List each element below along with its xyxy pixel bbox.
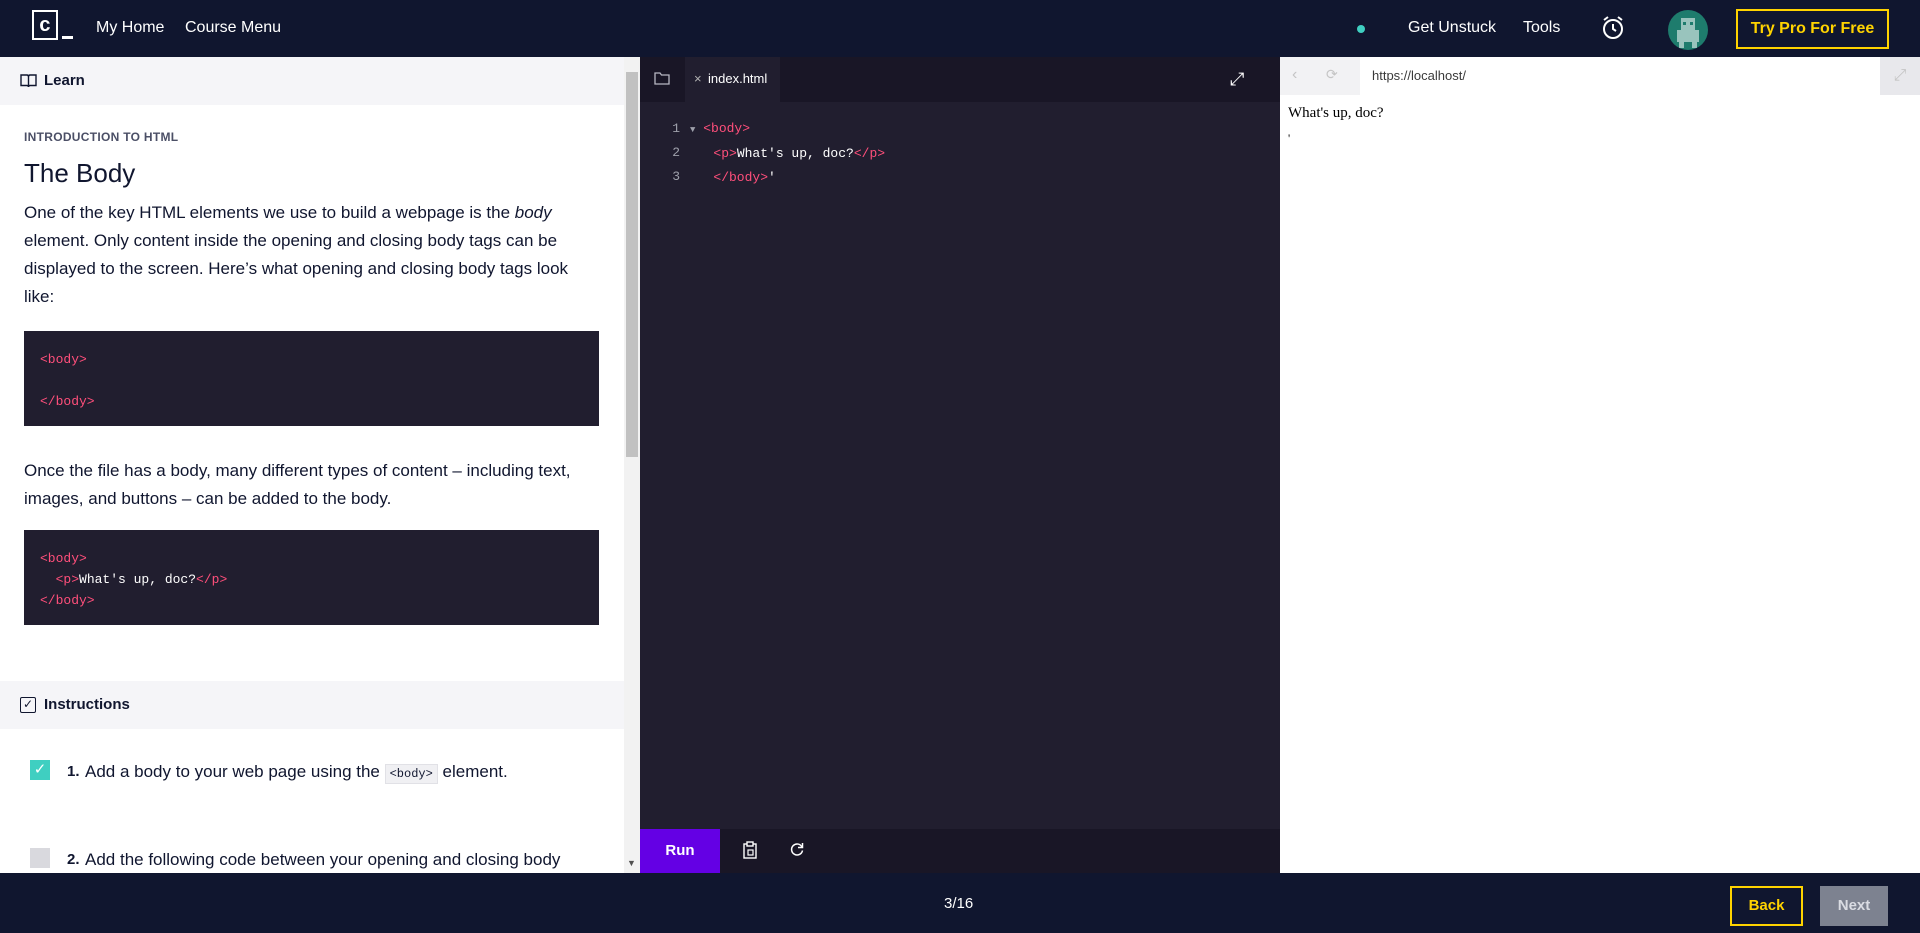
run-bar: Run [640,829,1280,873]
preview-output-trail: ' [1288,131,1291,145]
code1-open-tag: <body> [40,352,87,367]
code2-close-tag: </body> [40,593,95,608]
task-2-checkbox[interactable] [30,848,50,868]
lesson-paragraph-2: Once the file has a body, many different… [24,461,571,508]
tab-label: index.html [708,71,768,86]
para1-text-a: One of the key HTML elements we use to b… [24,203,515,222]
line-number: 2 [672,145,680,160]
my-home-link[interactable]: My Home [96,19,164,37]
lesson-kicker: INTRODUCTION TO HTML [24,130,179,144]
code2-open-tag: <body> [40,551,87,566]
task1-text-a: Add a body to your web page using the [85,762,385,781]
instructions-label: Instructions [44,696,130,713]
address-bar: ‹ ⟳ https://localhost/ ⤢ [1280,57,1920,95]
codecademy-logo[interactable]: c [32,10,73,42]
code-example-2: <body> <p>What's up, doc?</p> </body> [24,530,599,625]
tools-link[interactable]: Tools [1523,19,1560,37]
code-text-area[interactable]: ▼ <body> <p>What's up, doc?</p> </body>' [690,117,885,190]
user-avatar[interactable] [1668,10,1708,50]
task-1-number: 1. [67,763,80,780]
expand-icon[interactable]: ⤢ [1230,69,1244,90]
get-unstuck-link[interactable]: Get Unstuck [1408,19,1496,37]
refresh-icon[interactable]: ⟳ [1326,66,1338,83]
task-1-text: Add a body to your web page using the <b… [85,762,508,784]
code2-p-open: <p> [55,572,80,587]
run-button[interactable]: Run [640,829,720,873]
lesson-progress[interactable]: 3/16 [944,895,973,912]
status-dot [1357,25,1365,33]
lesson-title: The Body [24,158,136,188]
learn-scrollbar-thumb[interactable] [626,72,638,457]
next-button[interactable]: Next [1820,886,1888,926]
lesson-paragraph-1: One of the key HTML elements we use to b… [24,199,596,311]
editor-tab-bar: × index.html ⤢ [640,57,1280,102]
code2-p-close: </p> [196,572,228,587]
instructions-header: ✓ Instructions [0,681,624,729]
code-line-2-close: </p> [853,146,886,161]
code-line-3-trail: ' [768,170,776,185]
top-navigation: c My Home Course Menu Get Unstuck Tools … [0,0,1920,57]
course-menu-link[interactable]: Course Menu [185,19,281,37]
task-1-checkbox[interactable]: ✓ [30,760,50,780]
line-number: 1 [672,121,680,136]
bottom-bar: 3/16 Back Next [0,873,1920,933]
scroll-down-arrow-icon[interactable]: ▼ [627,858,636,868]
fold-arrow-icon[interactable]: ▼ [690,125,695,135]
browser-preview: ‹ ⟳ https://localhost/ ⤢ What's up, doc?… [1280,57,1920,873]
code-example-1: <body> </body> [24,331,599,426]
book-icon [20,74,37,88]
alarm-clock-icon[interactable] [1601,15,1625,41]
line-number-gutter: 1 2 3 [640,117,680,189]
para1-text-b: element. Only content inside the opening… [24,231,569,306]
preview-output: What's up, doc? [1288,105,1384,121]
code-line-2-open: <p> [713,146,737,161]
code-editor: × index.html ⤢ 1 2 3 ▼ <body> <p>What's … [640,57,1280,873]
reset-icon[interactable] [789,841,805,862]
code2-text: What's up, doc? [79,572,197,587]
task1-inline-code: <body> [384,764,438,784]
code1-close-tag: </body> [40,394,95,409]
tab-index-html[interactable]: × index.html [685,57,780,102]
code-line-1: <body> [703,121,751,136]
logo-letter: c [39,15,52,38]
task-2-text: Add the following code between your open… [85,850,561,869]
try-pro-button[interactable]: Try Pro For Free [1736,9,1889,49]
learn-label: Learn [44,72,85,89]
back-button[interactable]: Back [1730,886,1803,926]
close-tab-icon[interactable]: × [694,71,702,86]
url-text: https://localhost/ [1372,68,1466,83]
folder-icon[interactable] [654,71,670,85]
code-line-2-text: What's up, doc? [736,146,854,161]
code-line-3: </body> [713,170,769,185]
task1-text-b: element. [437,762,508,781]
checkbox-icon: ✓ [20,697,36,713]
copy-to-clipboard-icon[interactable] [742,841,758,864]
task-2-number: 2. [67,851,80,868]
para1-emphasis: body [514,203,552,222]
expand-browser-icon[interactable]: ⤢ [1880,57,1920,95]
learn-header: Learn [0,57,624,105]
learn-panel: Learn INTRODUCTION TO HTML The Body One … [0,57,624,873]
line-number: 3 [672,169,680,184]
back-arrow-icon[interactable]: ‹ [1292,66,1297,84]
